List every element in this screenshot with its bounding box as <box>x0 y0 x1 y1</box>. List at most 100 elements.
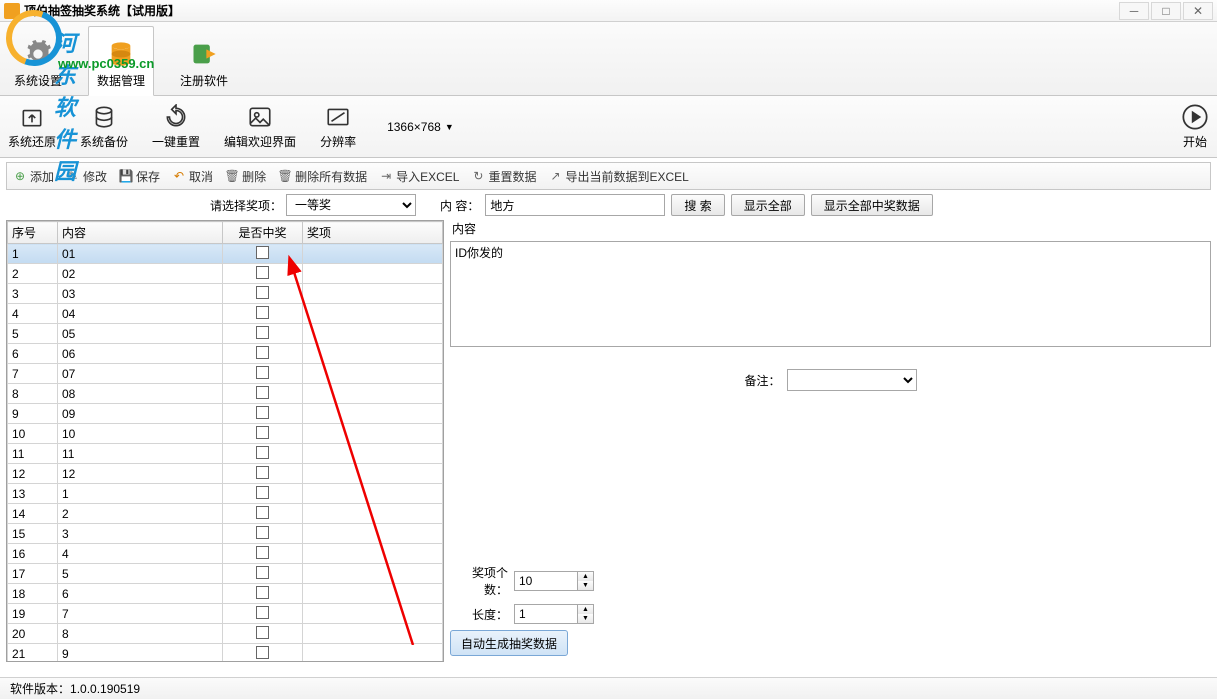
tab-system-settings[interactable]: 系统设置 <box>6 26 70 95</box>
checkbox-icon[interactable] <box>256 426 269 439</box>
action-modify[interactable]: ✎修改 <box>66 168 107 185</box>
table-row[interactable]: 1212 <box>8 464 443 484</box>
header-content[interactable]: 内容 <box>58 222 223 244</box>
cell-win[interactable] <box>223 424 303 444</box>
table-row[interactable]: 505 <box>8 324 443 344</box>
checkbox-icon[interactable] <box>256 326 269 339</box>
length-spinner[interactable]: ▲▼ <box>514 604 594 624</box>
action-reset-data[interactable]: ↻重置数据 <box>471 168 536 185</box>
checkbox-icon[interactable] <box>256 506 269 519</box>
spin-up[interactable]: ▲ <box>578 605 593 614</box>
table-row[interactable]: 153 <box>8 524 443 544</box>
checkbox-icon[interactable] <box>256 386 269 399</box>
content-search-input[interactable] <box>485 194 665 216</box>
tool-reset[interactable]: 一键重置 <box>152 103 200 150</box>
show-all-button[interactable]: 显示全部 <box>731 194 805 216</box>
table-row[interactable]: 175 <box>8 564 443 584</box>
table-row[interactable]: 197 <box>8 604 443 624</box>
table-scroll[interactable]: 序号 内容 是否中奖 奖项 10120230340450560670780890… <box>7 221 443 661</box>
table-row[interactable]: 303 <box>8 284 443 304</box>
table-row[interactable]: 208 <box>8 624 443 644</box>
checkbox-icon[interactable] <box>256 646 269 659</box>
checkbox-icon[interactable] <box>256 246 269 259</box>
tool-edit-welcome[interactable]: 编辑欢迎界面 <box>224 103 296 150</box>
prize-select[interactable]: 一等奖 <box>286 194 416 216</box>
tab-data-management[interactable]: 数据管理 <box>88 26 154 96</box>
table-row[interactable]: 186 <box>8 584 443 604</box>
checkbox-icon[interactable] <box>256 606 269 619</box>
cell-win[interactable] <box>223 624 303 644</box>
cell-win[interactable] <box>223 384 303 404</box>
table-row[interactable]: 404 <box>8 304 443 324</box>
checkbox-icon[interactable] <box>256 566 269 579</box>
show-all-win-button[interactable]: 显示全部中奖数据 <box>811 194 933 216</box>
cell-win[interactable] <box>223 344 303 364</box>
action-import-excel[interactable]: ⇥导入EXCEL <box>379 168 459 185</box>
table-row[interactable]: 202 <box>8 264 443 284</box>
content-textarea[interactable]: ID你发的 <box>450 241 1211 347</box>
table-row[interactable]: 909 <box>8 404 443 424</box>
checkbox-icon[interactable] <box>256 526 269 539</box>
table-row[interactable]: 808 <box>8 384 443 404</box>
cell-win[interactable] <box>223 264 303 284</box>
cell-win[interactable] <box>223 524 303 544</box>
close-button[interactable]: ✕ <box>1183 2 1213 20</box>
spin-down[interactable]: ▼ <box>578 581 593 590</box>
cell-win[interactable] <box>223 284 303 304</box>
checkbox-icon[interactable] <box>256 586 269 599</box>
tool-resolution[interactable]: 分辨率 <box>320 103 356 150</box>
cell-win[interactable] <box>223 544 303 564</box>
checkbox-icon[interactable] <box>256 446 269 459</box>
table-row[interactable]: 707 <box>8 364 443 384</box>
spin-down[interactable]: ▼ <box>578 614 593 623</box>
cell-win[interactable] <box>223 584 303 604</box>
action-delete[interactable]: 🗑删除 <box>225 168 266 185</box>
checkbox-icon[interactable] <box>256 366 269 379</box>
table-row[interactable]: 1111 <box>8 444 443 464</box>
table-row[interactable]: 1010 <box>8 424 443 444</box>
checkbox-icon[interactable] <box>256 466 269 479</box>
action-cancel[interactable]: ↶取消 <box>172 168 213 185</box>
checkbox-icon[interactable] <box>256 626 269 639</box>
table-row[interactable]: 131 <box>8 484 443 504</box>
checkbox-icon[interactable] <box>256 286 269 299</box>
remark-select[interactable] <box>787 369 917 391</box>
checkbox-icon[interactable] <box>256 306 269 319</box>
spin-up[interactable]: ▲ <box>578 572 593 581</box>
table-row[interactable]: 164 <box>8 544 443 564</box>
cell-win[interactable] <box>223 504 303 524</box>
action-export-excel[interactable]: ↗导出当前数据到EXCEL <box>548 168 688 185</box>
table-row[interactable]: 219 <box>8 644 443 662</box>
prize-count-input[interactable] <box>514 571 578 591</box>
length-input[interactable] <box>514 604 578 624</box>
tab-register[interactable]: 注册软件 <box>172 26 236 95</box>
cell-win[interactable] <box>223 364 303 384</box>
minimize-button[interactable]: ─ <box>1119 2 1149 20</box>
cell-win[interactable] <box>223 604 303 624</box>
tool-system-backup[interactable]: 系统备份 <box>80 103 128 150</box>
auto-generate-button[interactable]: 自动生成抽奖数据 <box>450 630 568 656</box>
cell-win[interactable] <box>223 404 303 424</box>
start-button[interactable]: 开始 <box>1181 103 1209 150</box>
table-row[interactable]: 606 <box>8 344 443 364</box>
action-delete-all[interactable]: 🗑删除所有数据 <box>278 168 367 185</box>
search-button[interactable]: 搜 索 <box>671 194 724 216</box>
cell-win[interactable] <box>223 564 303 584</box>
checkbox-icon[interactable] <box>256 486 269 499</box>
maximize-button[interactable]: □ <box>1151 2 1181 20</box>
table-row[interactable]: 101 <box>8 244 443 264</box>
cell-win[interactable] <box>223 324 303 344</box>
header-seq[interactable]: 序号 <box>8 222 58 244</box>
cell-win[interactable] <box>223 444 303 464</box>
checkbox-icon[interactable] <box>256 546 269 559</box>
prize-count-spinner[interactable]: ▲▼ <box>514 571 594 591</box>
action-add[interactable]: ⊕添加 <box>13 168 54 185</box>
tool-system-restore[interactable]: 系统还原 <box>8 103 56 150</box>
cell-win[interactable] <box>223 464 303 484</box>
cell-win[interactable] <box>223 644 303 662</box>
cell-win[interactable] <box>223 244 303 264</box>
resolution-dropdown[interactable]: 1366×768 ▼ <box>380 117 461 137</box>
checkbox-icon[interactable] <box>256 346 269 359</box>
header-prize[interactable]: 奖项 <box>303 222 443 244</box>
action-save[interactable]: 💾保存 <box>119 168 160 185</box>
